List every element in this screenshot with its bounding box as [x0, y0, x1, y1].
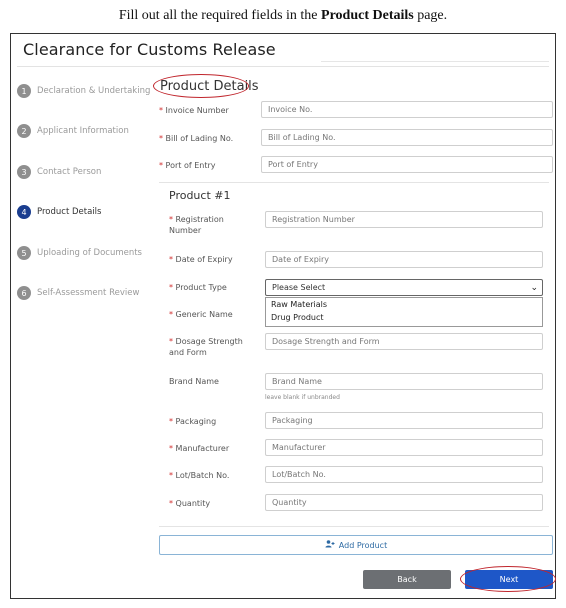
label-text: Port of Entry	[165, 161, 216, 170]
required-mark: *	[169, 471, 173, 480]
caption-suffix: page.	[413, 8, 448, 23]
app-window: Clearance for Customs Release 1 Declarat…	[10, 33, 556, 599]
add-product-button[interactable]: Add Product	[159, 535, 553, 555]
add-product-label: Add Product	[338, 540, 388, 550]
section-divider	[321, 61, 549, 62]
label-text: Generic Name	[175, 310, 233, 319]
step-number: 6	[17, 286, 31, 300]
registration-label: * Registration Number	[169, 214, 224, 236]
lot-batch-label: * Lot/Batch No.	[169, 470, 229, 481]
step-label: Applicant Information	[37, 126, 129, 136]
required-mark: *	[169, 215, 173, 224]
lot-batch-input[interactable]: Lot/Batch No.	[265, 466, 543, 483]
required-mark: *	[159, 161, 163, 170]
step-label: Product Details	[37, 207, 102, 217]
port-of-entry-label: * Port of Entry	[159, 160, 216, 171]
required-mark: *	[169, 444, 173, 453]
app-title: Clearance for Customs Release	[23, 40, 276, 59]
required-mark: *	[169, 255, 173, 264]
date-of-expiry-label: * Date of Expiry	[169, 254, 233, 265]
product-type-dropdown: Raw Materials Drug Product	[265, 297, 543, 327]
label-text: Number	[169, 226, 202, 235]
step-label: Self-Assessment Review	[37, 288, 140, 298]
step-number: 1	[17, 84, 31, 98]
section-title: Product Details	[153, 74, 261, 98]
packaging-label: * Packaging	[169, 416, 216, 427]
port-of-entry-input[interactable]: Port of Entry	[261, 156, 553, 173]
label-text: Dosage Strength	[175, 337, 243, 346]
dosage-label: * Dosage Strength and Form	[169, 336, 243, 358]
step-label: Uploading of Documents	[37, 248, 142, 258]
step-self-assessment[interactable]: 6 Self-Assessment Review	[17, 284, 157, 302]
label-text: and Form	[169, 348, 207, 357]
step-number: 2	[17, 124, 31, 138]
product-divider	[159, 182, 549, 183]
label-text: Lot/Batch No.	[175, 471, 230, 480]
label-text: Manufacturer	[175, 444, 230, 453]
packaging-input[interactable]: Packaging	[265, 412, 543, 429]
annotation-circle	[153, 74, 249, 98]
manufacturer-input[interactable]: Manufacturer	[265, 439, 543, 456]
bill-of-lading-input[interactable]: Bill of Lading No.	[261, 129, 553, 146]
step-product-details[interactable]: 4 Product Details	[17, 203, 157, 221]
bill-of-lading-label: * Bill of Lading No.	[159, 133, 233, 144]
product-type-select[interactable]: Please Select ⌄	[265, 279, 543, 296]
actions-divider	[159, 526, 549, 527]
select-value: Please Select	[272, 283, 326, 292]
required-mark: *	[159, 106, 163, 115]
manufacturer-label: * Manufacturer	[169, 443, 229, 454]
dosage-strength-input[interactable]: Dosage Strength and Form	[265, 333, 543, 350]
date-of-expiry-input[interactable]: Date of Expiry	[265, 251, 543, 268]
label-text: Brand Name	[169, 377, 219, 386]
step-contact[interactable]: 3 Contact Person	[17, 163, 157, 181]
step-number: 3	[17, 165, 31, 179]
dropdown-option-drug-product[interactable]: Drug Product	[266, 311, 542, 324]
label-text: Bill of Lading No.	[165, 134, 234, 143]
title-divider	[17, 66, 549, 67]
required-mark: *	[159, 134, 163, 143]
step-label: Declaration & Undertaking	[37, 86, 151, 96]
label-text: Invoice Number	[165, 106, 229, 115]
label-text: Quantity	[175, 499, 211, 508]
caption-prefix: Fill out all the required fields in the	[118, 8, 322, 23]
required-mark: *	[169, 283, 173, 292]
quantity-input[interactable]: Quantity	[265, 494, 543, 511]
add-user-icon	[325, 540, 335, 550]
registration-number-input[interactable]: Registration Number	[265, 211, 543, 228]
step-uploading[interactable]: 5 Uploading of Documents	[17, 244, 157, 262]
brand-name-hint: leave blank if unbranded	[265, 394, 340, 401]
chevron-down-icon[interactable]: ⌄	[530, 281, 538, 296]
instruction-caption: Fill out all the required fields in the …	[0, 8, 566, 24]
required-mark: *	[169, 310, 173, 319]
step-number: 4	[17, 205, 31, 219]
required-mark: *	[169, 417, 173, 426]
step-label: Contact Person	[37, 167, 102, 177]
label-text: Packaging	[175, 417, 217, 426]
step-applicant[interactable]: 2 Applicant Information	[17, 122, 157, 140]
dropdown-option-raw-materials[interactable]: Raw Materials	[266, 298, 542, 311]
annotation-circle	[460, 566, 556, 592]
generic-name-label: * Generic Name	[169, 309, 233, 320]
label-text: Date of Expiry	[175, 255, 233, 264]
brand-name-input[interactable]: Brand Name	[265, 373, 543, 390]
required-mark: *	[169, 337, 173, 346]
invoice-number-input[interactable]: Invoice No.	[261, 101, 553, 118]
step-number: 5	[17, 246, 31, 260]
caption-bold: Product Details	[321, 8, 414, 23]
product-title: Product #1	[169, 189, 231, 202]
label-text: Registration	[175, 215, 224, 224]
step-declaration[interactable]: 1 Declaration & Undertaking	[17, 82, 157, 100]
brand-name-label: Brand Name	[169, 376, 219, 387]
invoice-label: * Invoice Number	[159, 105, 229, 116]
back-button[interactable]: Back	[363, 570, 451, 589]
label-text: Product Type	[175, 283, 227, 292]
quantity-label: * Quantity	[169, 498, 210, 509]
product-type-label: * Product Type	[169, 282, 227, 293]
required-mark: *	[169, 499, 173, 508]
